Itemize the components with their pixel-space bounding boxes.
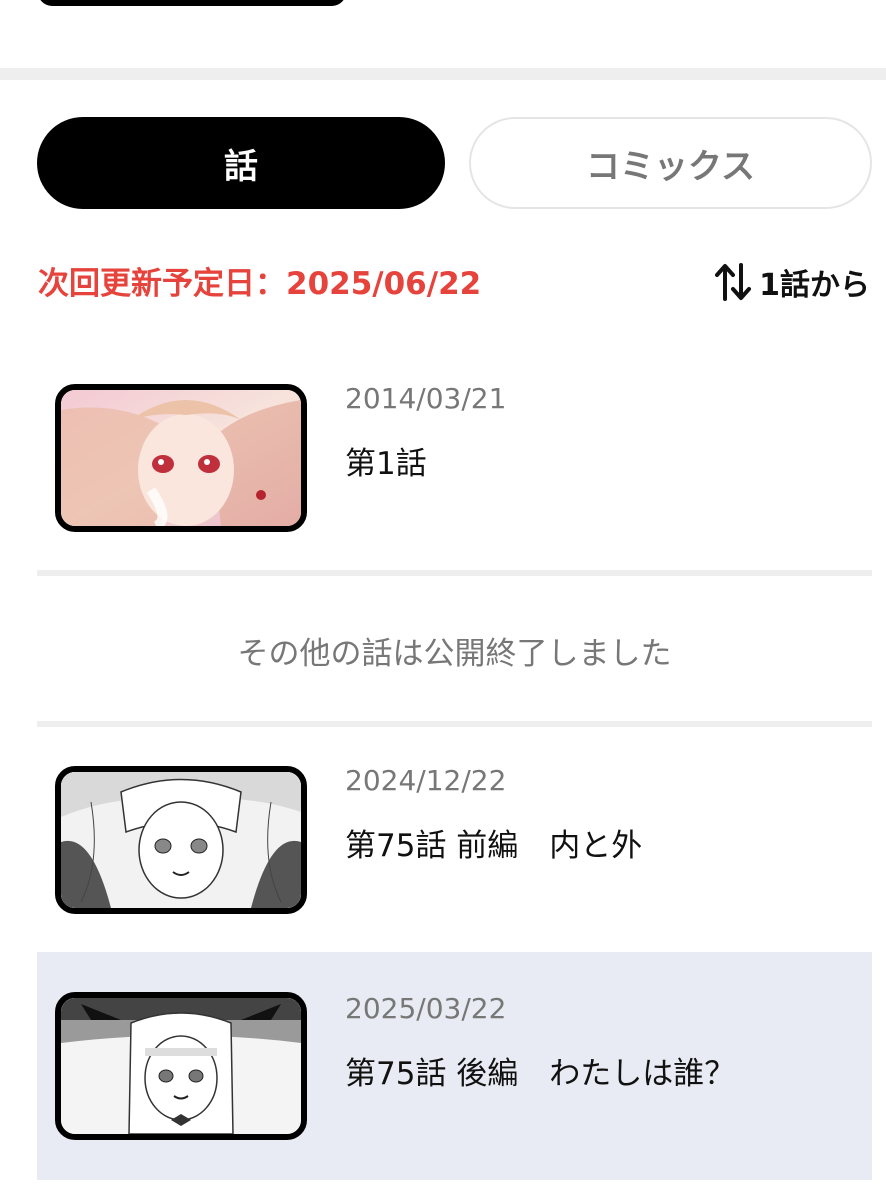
episode-title: 第75話 後編 わたしは誰？ [345,1056,736,1092]
episode-thumbnail [55,766,307,914]
next-update-date: 次回更新予定日：2025/06/22 [38,266,482,302]
episode-date: 2024/12/22 [345,764,507,797]
previous-action-button[interactable] [38,0,346,6]
sort-label: 1話から [759,268,870,303]
section-divider [0,68,886,80]
episode-title: 第1話 [345,446,427,482]
episode-item[interactable]: 2024/12/22 第75話 前編 内と外 [37,726,872,954]
episode-item[interactable]: 2014/03/21 第1話 [37,344,872,572]
episode-date: 2014/03/21 [345,382,507,415]
episode-thumbnail [55,992,307,1140]
episode-title: 第75話 前編 内と外 [345,828,643,864]
episode-item-current[interactable]: 2025/03/22 第75話 後編 わたしは誰？ [37,952,872,1180]
ended-notice: その他の話は公開終了しました [237,636,672,672]
sort-button[interactable]: 1話から [713,258,870,306]
tab-bar: 話 コミックス [37,117,872,209]
divider [37,570,872,576]
episode-date: 2025/03/22 [345,992,507,1025]
sort-arrows-icon [715,263,752,301]
episode-thumbnail [55,384,307,532]
tab-episodes[interactable]: 話 [37,117,445,209]
tab-comics[interactable]: コミックス [469,117,872,209]
